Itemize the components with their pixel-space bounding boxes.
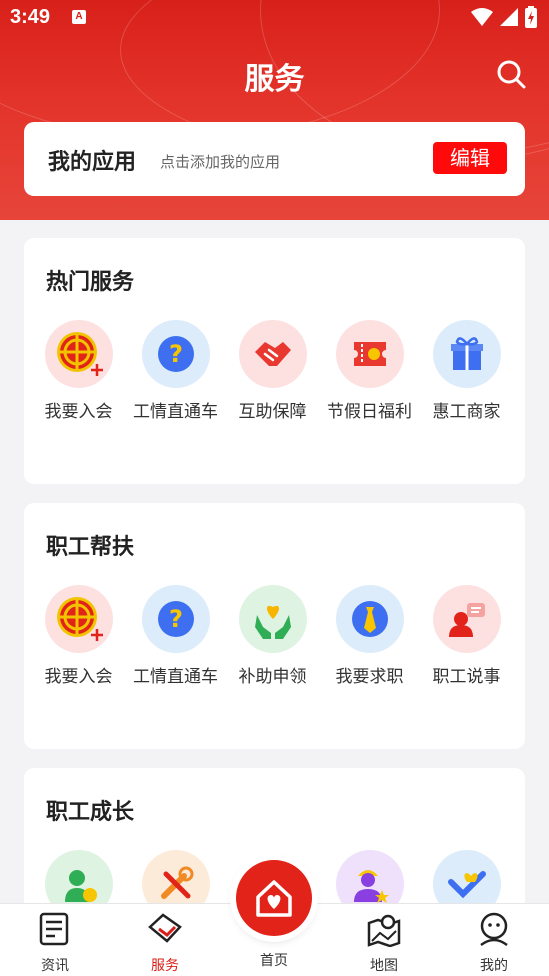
service-item-label: 我要入会 — [44, 402, 113, 422]
nav-service[interactable]: 服务 — [125, 904, 205, 975]
service-item-label: 互助保障 — [238, 402, 307, 422]
my-apps-title: 我的应用 — [48, 150, 137, 175]
section-title: 热门服务 — [46, 270, 135, 295]
worker-assistance-card: 职工帮扶 我要入会 ? 工情直通车 补助申领 我要求职 职工说事 — [24, 503, 525, 749]
edit-button[interactable]: 编辑 — [433, 142, 507, 174]
service-item-label: 工情直通车 — [133, 667, 218, 687]
service-item-label: 节假日福利 — [327, 402, 412, 422]
union-join-icon — [44, 585, 113, 653]
home-label: 首页 — [260, 953, 288, 969]
service-item-label: 职工说事 — [432, 667, 501, 687]
home-button[interactable] — [236, 860, 312, 936]
search-icon — [497, 60, 526, 89]
svg-text:?: ? — [169, 605, 183, 633]
service-item-label: 工情直通车 — [133, 402, 218, 422]
my-apps-card[interactable]: 我的应用 点击添加我的应用 编辑 — [24, 122, 525, 196]
service-item-join-union[interactable]: 我要入会 — [30, 585, 127, 691]
hot-services-card: 热门服务 我要入会 ? 工情直通车 互助保障 节假日福利 惠工商家 — [24, 238, 525, 484]
service-item-label: 我要入会 — [44, 667, 113, 687]
service-item-work-feedback[interactable]: ? 工情直通车 — [127, 585, 224, 691]
question-icon: ? — [141, 585, 210, 653]
service-item-label: 我要求职 — [335, 667, 404, 687]
service-item-worker-voice[interactable]: 职工说事 — [418, 585, 515, 691]
signal-icon — [500, 8, 518, 26]
service-item-mutual-aid[interactable]: 互助保障 — [224, 320, 321, 426]
app-notification-icon: A — [72, 10, 86, 24]
nav-news[interactable]: 资讯 — [15, 904, 95, 975]
question-icon: ? — [141, 320, 210, 388]
wifi-icon — [471, 8, 493, 26]
heart-hands-icon — [238, 585, 307, 653]
union-join-icon — [44, 320, 113, 388]
nav-map[interactable]: 地图 — [344, 904, 424, 975]
news-icon — [39, 912, 69, 946]
nav-label: 资讯 — [41, 958, 69, 974]
home-heart-icon — [256, 880, 292, 917]
section-title: 职工帮扶 — [46, 535, 135, 560]
nav-label: 地图 — [370, 958, 398, 974]
nav-label: 我的 — [480, 958, 508, 974]
ticket-icon — [335, 320, 404, 388]
search-button[interactable] — [495, 58, 527, 90]
gift-icon — [432, 320, 501, 388]
nav-label: 服务 — [151, 958, 179, 974]
service-item-label: 惠工商家 — [432, 402, 501, 422]
service-item-job-seeking[interactable]: 我要求职 — [321, 585, 418, 691]
service-item-join-union[interactable]: 我要入会 — [30, 320, 127, 426]
status-icons — [471, 6, 537, 28]
speaker-icon — [432, 585, 501, 653]
service-item-holiday-benefits[interactable]: 节假日福利 — [321, 320, 418, 426]
profile-icon — [480, 912, 508, 947]
service-item-label: 补助申领 — [238, 667, 307, 687]
service-item-merchants[interactable]: 惠工商家 — [418, 320, 515, 426]
status-time: 3:49 — [10, 6, 51, 28]
service-handshake-icon — [148, 913, 182, 943]
service-item-work-feedback[interactable]: ? 工情直通车 — [127, 320, 224, 426]
handshake-icon — [238, 320, 307, 388]
nav-mine[interactable]: 我的 — [454, 904, 534, 975]
page-title: 服务 — [244, 62, 305, 97]
battery-icon — [525, 6, 537, 28]
status-bar: 3:49 A — [0, 0, 549, 36]
my-apps-hint: 点击添加我的应用 — [160, 153, 281, 171]
service-item-subsidy[interactable]: 补助申领 — [224, 585, 321, 691]
tie-icon — [335, 585, 404, 653]
section-title: 职工成长 — [46, 800, 135, 825]
map-icon — [367, 914, 401, 948]
svg-text:?: ? — [169, 340, 183, 368]
